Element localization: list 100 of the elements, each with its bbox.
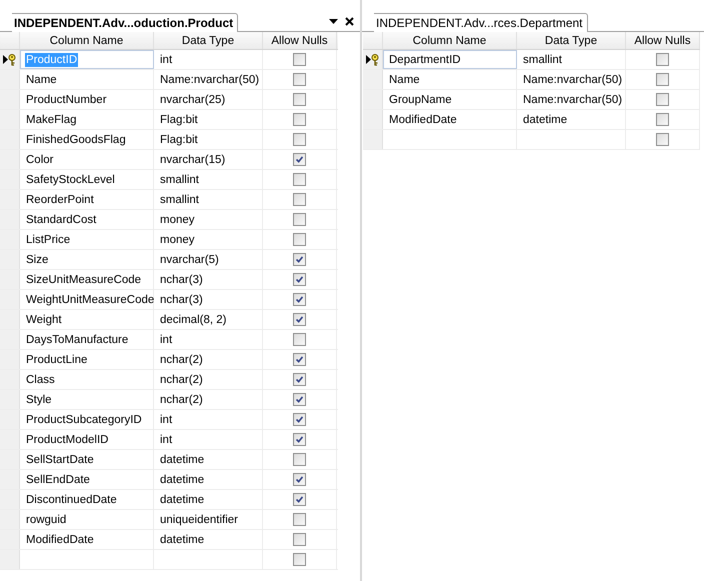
- data-type-cell[interactable]: uniqueidentifier: [159, 512, 240, 526]
- checkbox[interactable]: [293, 53, 306, 66]
- checked-checkbox[interactable]: [293, 393, 306, 406]
- data-type-cell[interactable]: datetime: [522, 112, 568, 126]
- data-type-cell[interactable]: money: [159, 232, 196, 246]
- column-name-cell[interactable]: ReorderPoint: [25, 192, 95, 206]
- checked-checkbox[interactable]: [293, 293, 306, 306]
- column-name-cell[interactable]: DaysToManufacture: [25, 332, 130, 346]
- data-type-cell[interactable]: datetime: [159, 492, 206, 506]
- checkbox[interactable]: [656, 133, 669, 146]
- column-name-cell[interactable]: ModifiedDate: [388, 112, 458, 126]
- checkbox[interactable]: [293, 73, 306, 86]
- data-type-cell[interactable]: datetime: [159, 532, 206, 546]
- column-header[interactable]: Column Name: [383, 32, 517, 49]
- checked-checkbox[interactable]: [293, 373, 306, 386]
- data-type-cell[interactable]: nvarchar(5): [159, 252, 220, 266]
- data-type-cell[interactable]: datetime: [159, 472, 206, 486]
- column-name-cell[interactable]: Color: [25, 152, 54, 166]
- checkbox[interactable]: [293, 133, 306, 146]
- checked-checkbox[interactable]: [293, 473, 306, 486]
- column-name-cell[interactable]: Weight: [25, 312, 63, 326]
- data-type-cell[interactable]: int: [159, 52, 174, 66]
- data-type-cell[interactable]: Flag:bit: [159, 132, 199, 146]
- column-name-cell[interactable]: Class: [25, 372, 56, 386]
- close-icon[interactable]: [345, 17, 354, 26]
- column-header[interactable]: Column Name: [20, 32, 154, 49]
- data-type-cell[interactable]: nchar(2): [159, 372, 204, 386]
- checked-checkbox[interactable]: [293, 353, 306, 366]
- checked-checkbox[interactable]: [293, 493, 306, 506]
- checkbox[interactable]: [293, 533, 306, 546]
- column-header[interactable]: Data Type: [154, 32, 263, 49]
- checkbox[interactable]: [656, 53, 669, 66]
- checkbox[interactable]: [293, 513, 306, 526]
- checkbox[interactable]: [293, 113, 306, 126]
- data-type-cell[interactable]: nchar(2): [159, 352, 204, 366]
- checked-checkbox[interactable]: [293, 273, 306, 286]
- column-name-cell[interactable]: WeightUnitMeasureCode: [25, 292, 156, 306]
- data-type-cell[interactable]: smallint: [159, 192, 200, 206]
- data-type-cell[interactable]: nchar(2): [159, 392, 204, 406]
- column-name-cell[interactable]: SafetyStockLevel: [25, 172, 116, 186]
- checked-checkbox[interactable]: [293, 153, 306, 166]
- column-name-cell[interactable]: FinishedGoodsFlag: [25, 132, 127, 146]
- column-name-cell[interactable]: Name: [25, 72, 58, 86]
- column-name-cell[interactable]: ProductNumber: [25, 92, 108, 106]
- column-name-cell[interactable]: Size: [25, 252, 50, 266]
- document-tab[interactable]: INDEPENDENT.Adv...oduction.Product: [12, 13, 238, 32]
- data-type-cell[interactable]: nvarchar(15): [159, 152, 226, 166]
- key-icon: [371, 54, 379, 66]
- document-tab[interactable]: INDEPENDENT.Adv...rces.Department: [374, 13, 588, 32]
- column-name-cell[interactable]: ListPrice: [25, 232, 72, 246]
- data-type-cell[interactable]: Name:nvarchar(50): [522, 92, 624, 106]
- data-type-cell[interactable]: Name:nvarchar(50): [522, 72, 624, 86]
- column-header[interactable]: Allow Nulls: [263, 32, 337, 49]
- column-header[interactable]: Data Type: [517, 32, 626, 49]
- column-name-cell[interactable]: SizeUnitMeasureCode: [25, 272, 142, 286]
- checkbox[interactable]: [293, 333, 306, 346]
- checkbox[interactable]: [293, 93, 306, 106]
- data-type-cell[interactable]: smallint: [522, 52, 563, 66]
- checkbox[interactable]: [293, 193, 306, 206]
- column-name-cell[interactable]: Style: [25, 392, 53, 406]
- data-type-cell[interactable]: nchar(3): [159, 272, 204, 286]
- column-name-cell[interactable]: MakeFlag: [25, 112, 78, 126]
- data-type-cell[interactable]: Flag:bit: [159, 112, 199, 126]
- checkbox[interactable]: [293, 173, 306, 186]
- data-type-cell[interactable]: Name:nvarchar(50): [159, 72, 260, 86]
- column-name-cell[interactable]: ProductLine: [25, 352, 88, 366]
- data-type-cell[interactable]: nvarchar(25): [159, 92, 226, 106]
- column-header[interactable]: Allow Nulls: [626, 32, 700, 49]
- data-type-cell[interactable]: money: [159, 212, 196, 226]
- checkbox[interactable]: [293, 213, 306, 226]
- column-name-cell[interactable]: Name: [388, 72, 421, 86]
- column-name-cell[interactable]: ProductSubcategoryID: [25, 412, 143, 426]
- column-name-cell[interactable]: SellStartDate: [25, 452, 95, 466]
- column-name-cell[interactable]: rowguid: [25, 512, 68, 526]
- column-name-cell[interactable]: SellEndDate: [25, 472, 91, 486]
- checkbox[interactable]: [656, 93, 669, 106]
- data-type-cell[interactable]: datetime: [159, 452, 206, 466]
- row-selector[interactable]: [0, 50, 20, 69]
- data-type-cell[interactable]: int: [159, 332, 174, 346]
- checkbox[interactable]: [293, 233, 306, 246]
- data-type-cell[interactable]: nchar(3): [159, 292, 204, 306]
- data-type-cell[interactable]: decimal(8, 2): [159, 312, 228, 326]
- checkbox[interactable]: [656, 113, 669, 126]
- column-name-cell[interactable]: ModifiedDate: [25, 532, 95, 546]
- data-type-cell[interactable]: int: [159, 412, 174, 426]
- column-name-cell[interactable]: DiscontinuedDate: [25, 492, 118, 506]
- checked-checkbox[interactable]: [293, 413, 306, 426]
- checked-checkbox[interactable]: [293, 313, 306, 326]
- column-name-cell[interactable]: ProductModelID: [25, 432, 110, 446]
- column-name-cell[interactable]: GroupName: [388, 92, 453, 106]
- data-type-cell[interactable]: int: [159, 432, 174, 446]
- checkbox[interactable]: [293, 553, 306, 566]
- dropdown-icon[interactable]: [329, 19, 338, 24]
- column-name-cell[interactable]: StandardCost: [25, 212, 98, 226]
- checkbox[interactable]: [293, 453, 306, 466]
- checked-checkbox[interactable]: [293, 253, 306, 266]
- checked-checkbox[interactable]: [293, 433, 306, 446]
- row-selector[interactable]: [363, 50, 383, 69]
- checkbox[interactable]: [656, 73, 669, 86]
- data-type-cell[interactable]: smallint: [159, 172, 200, 186]
